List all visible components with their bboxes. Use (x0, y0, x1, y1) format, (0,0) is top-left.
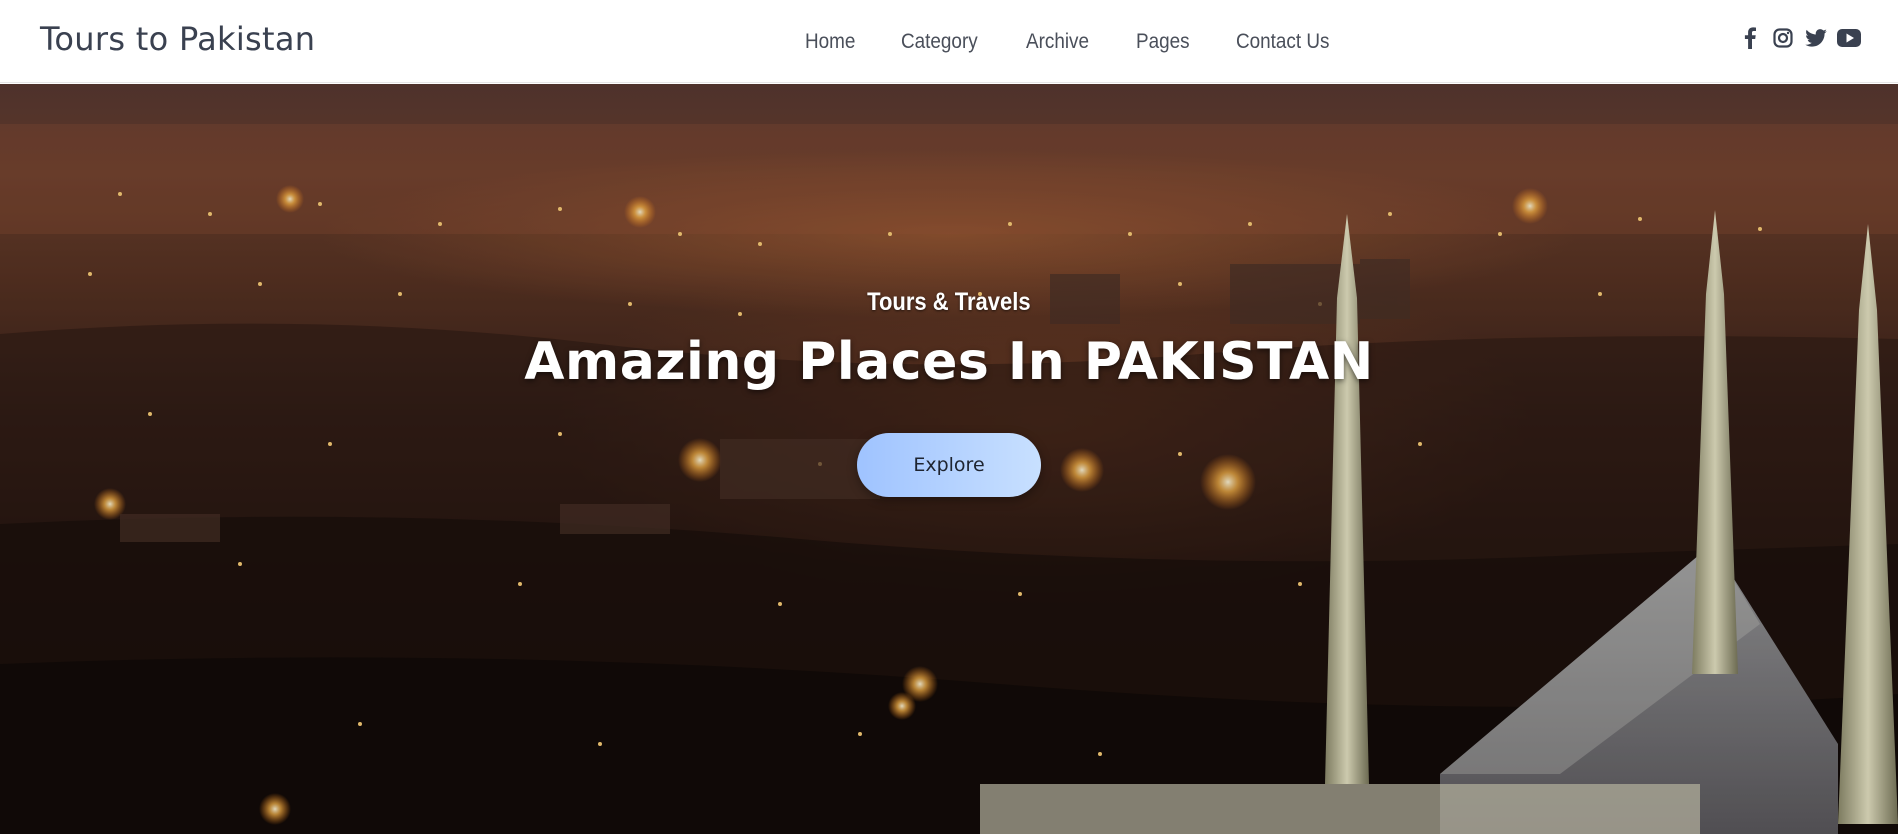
youtube-icon[interactable] (1837, 26, 1861, 50)
explore-button[interactable]: Explore (857, 433, 1041, 497)
main-nav: Home Category Archive Pages Contact Us (805, 30, 1340, 54)
instagram-icon[interactable] (1771, 26, 1795, 50)
hero-banner: Tours & Travels Amazing Places In PAKIST… (0, 84, 1898, 834)
twitter-icon[interactable] (1804, 26, 1828, 50)
nav-category[interactable]: Category (901, 30, 978, 54)
facebook-icon[interactable] (1738, 26, 1762, 50)
nav-contact-us[interactable]: Contact Us (1236, 30, 1329, 54)
social-links (1738, 26, 1861, 50)
nav-pages[interactable]: Pages (1136, 30, 1190, 54)
hero-headline: Amazing Places In PAKISTAN (524, 332, 1374, 392)
nav-home[interactable]: Home (805, 30, 855, 54)
nav-archive[interactable]: Archive (1026, 30, 1089, 54)
site-header: Tours to Pakistan Home Category Archive … (0, 0, 1898, 83)
hero-kicker: Tours & Travels (867, 288, 1031, 316)
site-logo-text[interactable]: Tours to Pakistan (40, 20, 315, 58)
